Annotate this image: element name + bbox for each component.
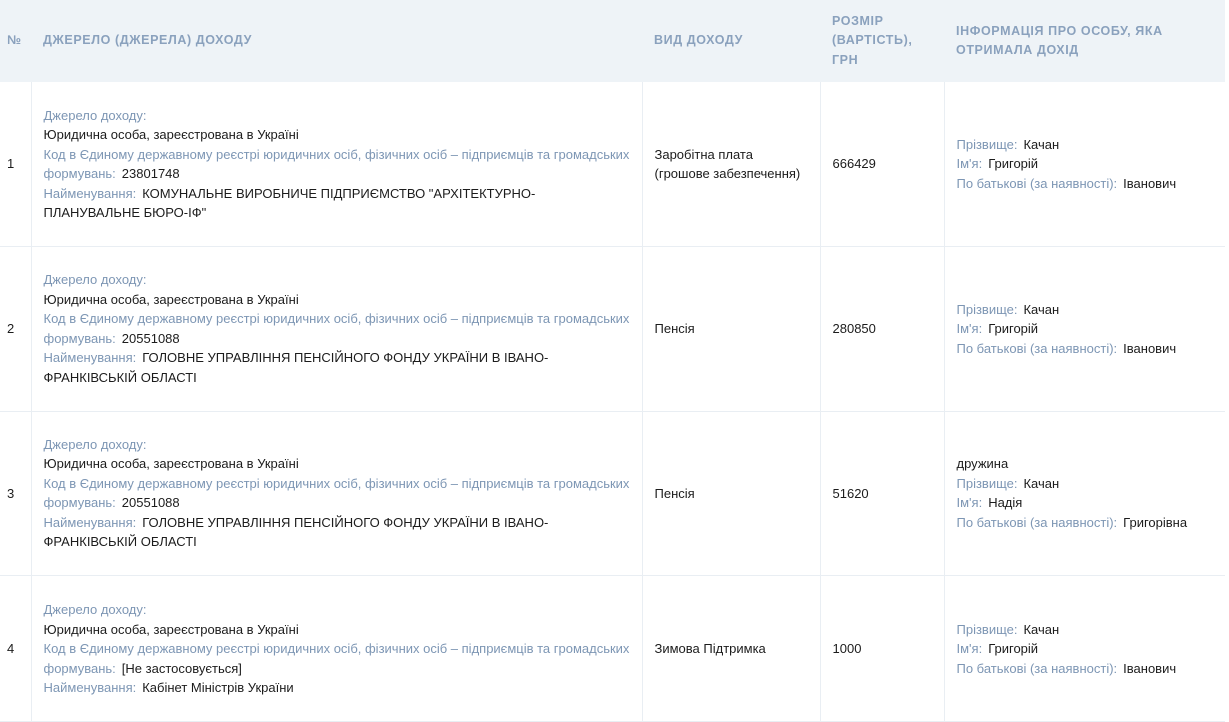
header-person: ІНФОРМАЦІЯ ПРО ОСОБУ, ЯКА ОТРИМАЛА ДОХІД [956, 23, 1163, 58]
name-label: Найменування: [43, 680, 137, 696]
amount-cell: 51620 [820, 411, 945, 577]
table-row: 4 Джерело доходу: Юридична особа, зареєс… [0, 575, 1225, 722]
row-number: 3 [0, 411, 32, 577]
patronymic-value: Іванович [1123, 660, 1177, 676]
code-value: 20551088 [121, 495, 180, 511]
surname-value: Качан [1023, 621, 1060, 637]
person-firstname: Ім'я: Григорій [957, 154, 1214, 174]
patronymic-label: По батькові (за наявності): [956, 514, 1118, 530]
code-value: 23801748 [121, 166, 180, 182]
source-type: Юридична особа, зареєстрована в Україні [43, 621, 299, 637]
source-label: Джерело доходу: [43, 272, 147, 288]
surname-label: Прізвище: [956, 136, 1018, 152]
person-surname: Прізвище: Качан [957, 300, 1214, 320]
name-label: Найменування: [43, 514, 137, 530]
row-number: 2 [0, 246, 32, 412]
surname-label: Прізвище: [956, 301, 1018, 317]
surname-value: Качан [1023, 475, 1060, 491]
row-number: 1 [0, 82, 32, 248]
table-header-row: № ДЖЕРЕЛО (ДЖЕРЕЛА) ДОХОДУ ВИД ДОХОДУ РО… [0, 0, 1225, 82]
person-cell: Прізвище: Качан Ім'я: Григорій По батькові… [944, 246, 1225, 412]
person-relation: дружина [956, 456, 1009, 472]
income-type-cell: Пенсія [642, 246, 821, 412]
source-type: Юридична особа, зареєстрована в Україні [43, 127, 299, 143]
source-label: Джерело доходу: [43, 602, 147, 618]
surname-value: Качан [1023, 301, 1060, 317]
person-patronymic: По батькові (за наявності): Іванович [957, 174, 1214, 194]
patronymic-value: Іванович [1123, 175, 1177, 191]
income-type-cell: Заробітна плата (грошове забезпечення) [642, 82, 821, 248]
surname-value: Качан [1023, 136, 1060, 152]
header-amount: РОЗМІР (ВАРТІСТЬ), ГРН [832, 13, 913, 67]
income-table: № ДЖЕРЕЛО (ДЖЕРЕЛА) ДОХОДУ ВИД ДОХОДУ РО… [0, 0, 1225, 722]
person-surname: Прізвище: Качан [957, 620, 1214, 640]
source-type: Юридична особа, зареєстрована в Україні [43, 291, 299, 307]
amount-cell: 666429 [820, 82, 945, 248]
firstname-value: Надія [988, 495, 1023, 511]
income-type-cell: Зимова Підтримка [642, 575, 821, 722]
amount-cell: 280850 [820, 246, 945, 412]
name-label: Найменування: [43, 185, 137, 201]
firstname-value: Григорій [988, 321, 1039, 337]
source-cell: Джерело доходу: Юридична особа, зареєстр… [31, 575, 643, 722]
source-label: Джерело доходу: [43, 436, 147, 452]
name-label: Найменування: [43, 350, 137, 366]
person-patronymic: По батькові (за наявності): Іванович [957, 339, 1214, 359]
source-cell: Джерело доходу: Юридична особа, зареєстр… [31, 246, 643, 412]
firstname-label: Ім'я: [956, 641, 983, 657]
firstname-label: Ім'я: [956, 156, 983, 172]
source-label: Джерело доходу: [43, 107, 147, 123]
patronymic-value: Іванович [1123, 340, 1177, 356]
header-income-type: ВИД ДОХОДУ [654, 33, 743, 48]
surname-label: Прізвище: [956, 621, 1018, 637]
header-num: № [7, 33, 22, 48]
person-firstname: Ім'я: Григорій [957, 639, 1214, 659]
table-row: 1 Джерело доходу: Юридична особа, зареєс… [0, 82, 1225, 248]
code-value: 20551088 [121, 330, 180, 346]
person-cell: дружина Прізвище: Качан Ім'я: Надія По бат… [944, 411, 1225, 577]
surname-label: Прізвище: [956, 475, 1018, 491]
firstname-value: Григорій [988, 641, 1039, 657]
person-firstname: Ім'я: Григорій [957, 319, 1214, 339]
table-row: 2 Джерело доходу: Юридична особа, зареєс… [0, 246, 1225, 412]
firstname-label: Ім'я: [956, 495, 983, 511]
patronymic-label: По батькові (за наявності): [956, 660, 1118, 676]
patronymic-value: Григорівна [1123, 514, 1188, 530]
patronymic-label: По батькові (за наявності): [956, 340, 1118, 356]
firstname-label: Ім'я: [956, 321, 983, 337]
source-type: Юридична особа, зареєстрована в Україні [43, 456, 299, 472]
amount-cell: 1000 [820, 575, 945, 722]
source-cell: Джерело доходу: Юридична особа, зареєстр… [31, 82, 643, 248]
income-type-cell: Пенсія [642, 411, 821, 577]
person-patronymic: По батькові (за наявності): Іванович [957, 659, 1214, 679]
person-patronymic: По батькові (за наявності): Григорівна [957, 513, 1214, 533]
source-cell: Джерело доходу: Юридична особа, зареєстр… [31, 411, 643, 577]
row-number: 4 [0, 575, 32, 722]
person-surname: Прізвище: Качан [957, 135, 1214, 155]
table-row: 3 Джерело доходу: Юридична особа, зареєс… [0, 411, 1225, 577]
firstname-value: Григорій [988, 156, 1039, 172]
person-cell: Прізвище: Качан Ім'я: Григорій По батькові… [944, 575, 1225, 722]
code-value: [Не застосовується] [121, 660, 242, 676]
person-surname: Прізвище: Качан [957, 474, 1214, 494]
person-cell: Прізвище: Качан Ім'я: Григорій По батькові… [944, 82, 1225, 248]
header-source: ДЖЕРЕЛО (ДЖЕРЕЛА) ДОХОДУ [43, 33, 252, 48]
person-firstname: Ім'я: Надія [957, 493, 1214, 513]
name-value: Кабінет Міністрів України [142, 680, 294, 696]
patronymic-label: По батькові (за наявності): [956, 175, 1118, 191]
